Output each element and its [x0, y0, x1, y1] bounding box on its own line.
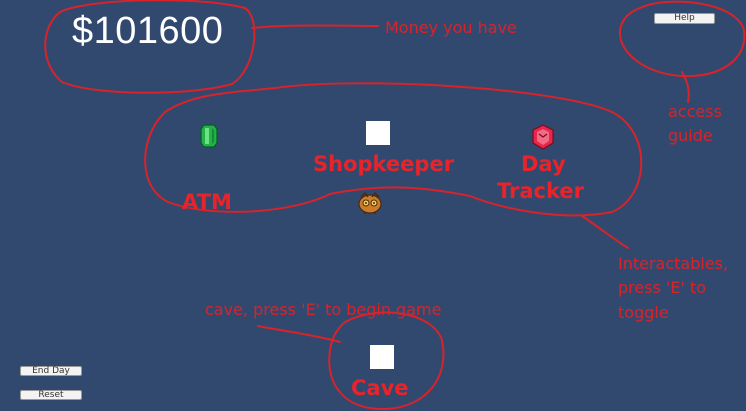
- guide-note-line1: access: [668, 102, 722, 121]
- atm-gem-icon[interactable]: [200, 124, 218, 148]
- money-display: $101600: [72, 10, 224, 52]
- shopkeeper-label: Shopkeeper: [313, 152, 455, 176]
- cave-note: cave, press 'E' to begin game: [205, 300, 442, 319]
- reset-button[interactable]: Reset: [20, 390, 82, 400]
- cave-label: Cave: [351, 376, 409, 400]
- help-button[interactable]: Help: [654, 13, 715, 24]
- end-day-button[interactable]: End Day: [20, 366, 82, 376]
- day-tracker-label-line1: Day: [521, 152, 566, 176]
- day-tracker-gem-icon[interactable]: [531, 124, 555, 150]
- interact-note-line3: toggle: [618, 303, 669, 322]
- interact-note-line2: press 'E' to: [618, 278, 707, 297]
- money-note: Money you have: [385, 18, 517, 37]
- day-tracker-label-line2: Tracker: [497, 179, 584, 203]
- cave-block[interactable]: [370, 345, 394, 369]
- guide-note-line2: guide: [668, 126, 713, 145]
- shopkeeper-block[interactable]: [366, 121, 390, 145]
- interact-note-line1: Interactables,: [618, 254, 729, 273]
- player-character-icon: [358, 191, 382, 214]
- atm-label: ATM: [182, 190, 232, 214]
